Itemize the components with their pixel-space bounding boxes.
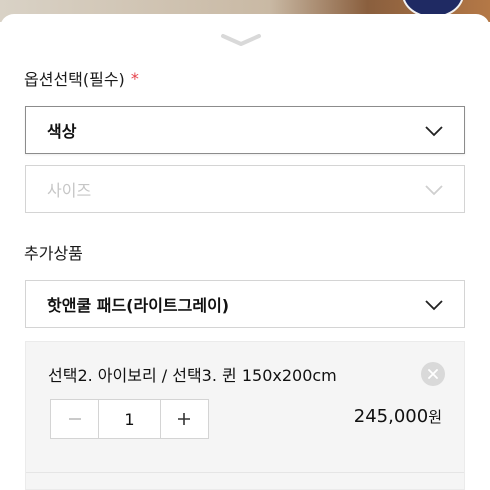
size-select-label: 사이즈 (47, 181, 92, 200)
chevron-down-icon (425, 185, 443, 196)
remove-item-button[interactable] (421, 362, 445, 386)
chevron-down-icon (425, 300, 443, 311)
chevron-down-icon (425, 126, 443, 137)
addon-select-label: 핫앤쿨 패드(라이트그레이) (47, 296, 230, 315)
option-section-label: 옵션선택(필수) (24, 70, 125, 89)
item-price: 245,000원 (354, 406, 442, 427)
option-section-title: 옵션선택(필수) * (24, 66, 139, 90)
close-icon (428, 369, 438, 379)
selected-item-card: 선택2. 아이보리 / 선택3. 퀸 150x200cm 1 245,000원 (25, 341, 465, 490)
minus-icon (68, 418, 81, 420)
color-select-label: 색상 (47, 122, 77, 141)
addon-select[interactable]: 핫앤쿨 패드(라이트그레이) (25, 280, 465, 328)
item-price-unit: 원 (428, 408, 442, 426)
increase-quantity-button[interactable] (161, 400, 208, 438)
color-select[interactable]: 색상 (25, 106, 465, 154)
quantity-stepper: 1 (50, 399, 209, 439)
required-mark: * (130, 68, 139, 88)
selected-item-name: 선택2. 아이보리 / 선택3. 퀸 150x200cm (48, 366, 337, 385)
decrease-quantity-button[interactable] (51, 400, 98, 438)
quantity-value[interactable]: 1 (98, 400, 161, 438)
plus-icon (178, 413, 191, 425)
addon-section-title: 추가상품 (24, 240, 83, 264)
size-select[interactable]: 사이즈 (25, 165, 465, 213)
sheet-collapse-handle-icon[interactable] (219, 32, 263, 50)
card-divider (26, 472, 464, 473)
item-price-value: 245,000 (353, 406, 429, 427)
addon-section-label: 추가상품 (24, 244, 83, 263)
